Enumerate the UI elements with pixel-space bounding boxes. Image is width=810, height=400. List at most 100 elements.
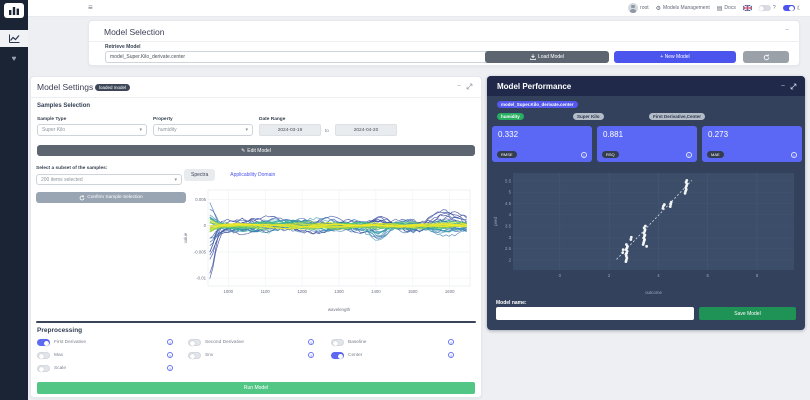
svg-text:-0.01: -0.01: [196, 276, 206, 281]
switch[interactable]: [37, 339, 50, 346]
new-model-button[interactable]: + New Model: [614, 51, 736, 63]
chevron-down-icon: ▾: [139, 127, 142, 133]
toggle-label: Second Derivative: [205, 340, 244, 345]
info-icon[interactable]: i: [167, 339, 173, 345]
user-menu[interactable]: root: [628, 3, 649, 13]
sidebar: ♥: [0, 0, 28, 400]
switch[interactable]: [331, 339, 344, 346]
minimize-icon[interactable]: −: [781, 83, 785, 90]
hamburger-menu-icon[interactable]: ≡: [88, 4, 93, 12]
switch[interactable]: [331, 352, 344, 359]
switch[interactable]: [188, 352, 201, 359]
theme-toggle[interactable]: ☾: [783, 5, 802, 12]
info-icon[interactable]: i: [791, 152, 797, 158]
help-toggle[interactable]: ?: [759, 5, 776, 11]
svg-text:1600: 1600: [445, 289, 455, 294]
help-label: ?: [773, 5, 776, 11]
model-performance-header: Model Performance −: [487, 76, 805, 96]
sidebar-item-favorites[interactable]: ♥: [0, 50, 28, 67]
theme-toggle-switch[interactable]: [783, 5, 795, 11]
property-select[interactable]: humidity ▾: [153, 124, 253, 136]
svg-text:1400: 1400: [371, 289, 381, 294]
avatar: [628, 3, 638, 13]
svg-text:3: 3: [509, 235, 512, 240]
confirm-sample-selection-button[interactable]: Confirm Sample Selection: [36, 192, 186, 203]
tab-applicability-domain[interactable]: Applicability Domain: [223, 169, 282, 181]
svg-text:1200: 1200: [297, 289, 307, 294]
moon-icon: ☾: [797, 5, 802, 12]
collapse-icon[interactable]: −: [785, 27, 789, 34]
pencil-icon: ✎: [241, 148, 245, 154]
refresh-button[interactable]: [743, 51, 789, 63]
switch[interactable]: [37, 352, 50, 359]
line-chart-icon: [9, 34, 20, 43]
performance-model-badge: model_Super.Kilo_derivate.center: [497, 101, 578, 108]
spectra-chart[interactable]: 10001100120013001400150016000.0050-0.005…: [181, 185, 477, 313]
info-icon[interactable]: i: [308, 352, 314, 358]
switch[interactable]: [37, 365, 50, 372]
model-settings-title: Model Settings: [37, 82, 93, 92]
expand-icon[interactable]: [466, 83, 473, 90]
info-icon[interactable]: i: [686, 152, 692, 158]
edit-model-button[interactable]: ✎ Edit Model: [37, 145, 475, 156]
toggle-label: Center: [348, 353, 362, 358]
sample-type-label: Sample Type: [37, 117, 66, 122]
preprocessing-heading: Preprocessing: [37, 327, 82, 334]
run-model-label: Run Model: [244, 385, 268, 391]
model-settings-card: Model Settings loaded model − Samples Se…: [30, 76, 482, 398]
toggle-baseline[interactable]: Baseline: [331, 339, 366, 346]
docs-label: Docs: [724, 5, 735, 11]
prediction-scatter-chart[interactable]: 0246822.533.544.555.5outcomepred: [492, 168, 800, 296]
toggle-second-derivative[interactable]: Second Derivative: [188, 339, 244, 346]
language-flag-icon[interactable]: [743, 5, 752, 11]
toggle-center[interactable]: Center: [331, 352, 362, 359]
app-logo[interactable]: [4, 3, 24, 18]
sample-type-select[interactable]: Super Kilo ▾: [37, 124, 147, 136]
metric-value: 0.881: [603, 130, 623, 139]
metric-value: 0.332: [498, 130, 518, 139]
divider: [36, 321, 476, 323]
model-selection-title: Model Selection: [104, 27, 164, 37]
new-model-label: + New Model: [660, 54, 689, 60]
info-icon[interactable]: i: [308, 339, 314, 345]
switch[interactable]: [188, 339, 201, 346]
info-icon[interactable]: i: [581, 152, 587, 158]
toggle-first-derivative[interactable]: First Derivative: [37, 339, 86, 346]
date-from-input[interactable]: 2024-03-19: [259, 124, 321, 136]
retrieve-model-label: Retrieve Model: [105, 44, 141, 50]
save-model-label: Save Model: [734, 311, 760, 317]
docs-link[interactable]: ▤ Docs: [717, 5, 736, 12]
svg-text:1000: 1000: [224, 289, 234, 294]
save-model-button[interactable]: Save Model: [699, 307, 796, 320]
model-performance-title: Model Performance: [497, 82, 571, 91]
info-icon[interactable]: i: [448, 352, 454, 358]
toggle-snv[interactable]: Snv: [188, 352, 213, 359]
load-model-button[interactable]: Load Model Load the selected model from …: [485, 51, 609, 63]
property-value: humidity: [158, 127, 177, 133]
date-to-input[interactable]: 2024-04-20: [335, 124, 397, 136]
sidebar-item-models[interactable]: [0, 30, 28, 47]
info-icon[interactable]: i: [448, 339, 454, 345]
confirm-sample-selection-label: Confirm Sample Selection: [87, 195, 142, 200]
svg-text:8: 8: [756, 273, 759, 278]
property-label: Property: [153, 117, 173, 122]
svg-text:pred: pred: [493, 217, 498, 226]
info-icon[interactable]: i: [167, 352, 173, 358]
toggle-scale[interactable]: Scale: [37, 365, 66, 372]
run-model-button[interactable]: Run Model: [37, 382, 475, 394]
expand-icon[interactable]: [790, 83, 797, 90]
model-name-input[interactable]: [496, 307, 694, 320]
toggle-max[interactable]: Max: [37, 352, 63, 359]
subset-value: 200 items selected: [41, 177, 83, 183]
svg-text:1300: 1300: [334, 289, 344, 294]
toggle-label: Max: [54, 353, 63, 358]
subset-label: Select a subset of the samples:: [36, 166, 107, 171]
info-icon[interactable]: i: [167, 365, 173, 371]
toggle-label: First Derivative: [54, 340, 86, 345]
models-management-link[interactable]: ⚙ Models Management: [656, 5, 710, 12]
svg-text:1100: 1100: [261, 289, 271, 294]
subset-select[interactable]: 200 items selected ▾: [36, 174, 182, 185]
minimize-icon[interactable]: −: [457, 83, 461, 90]
help-toggle-switch[interactable]: [759, 5, 771, 11]
tab-spectra[interactable]: Spectra: [184, 169, 215, 181]
